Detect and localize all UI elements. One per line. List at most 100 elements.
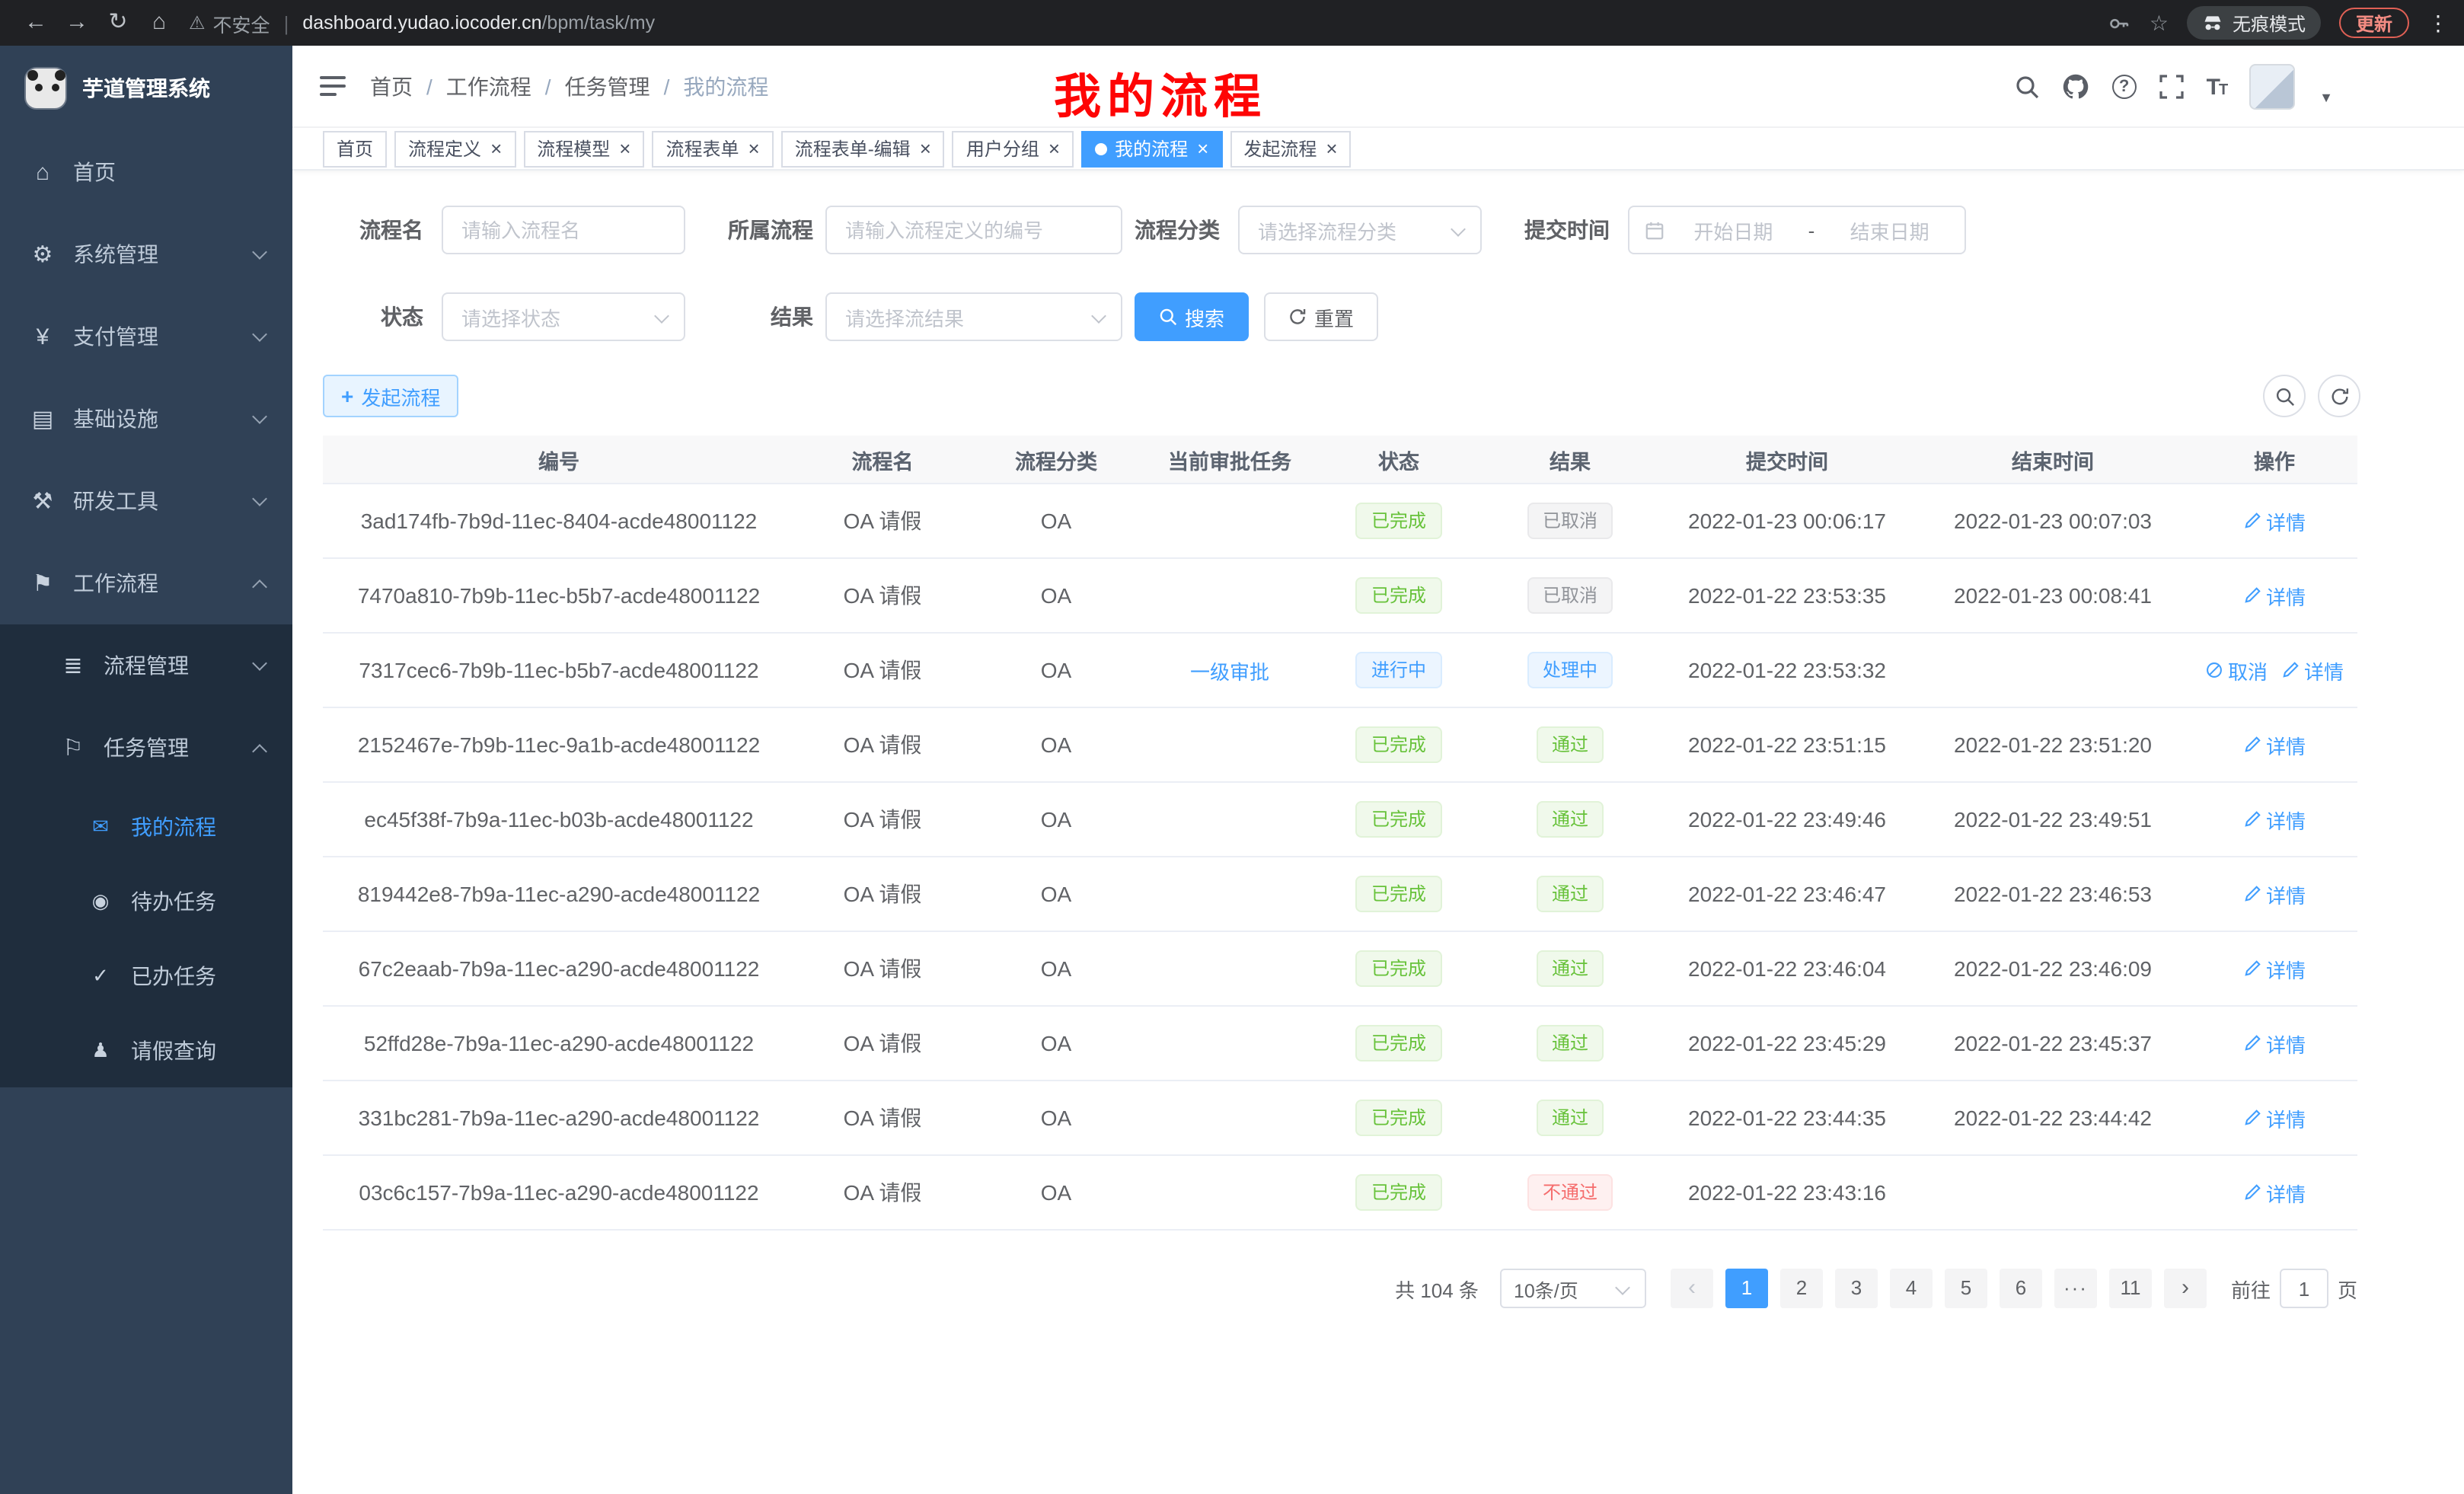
status-select[interactable]: 请选择状态 [442,292,685,341]
tab-home[interactable]: 首页 [323,130,387,167]
tab-process-form-edit[interactable]: 流程表单-编辑× [781,130,945,167]
category-select[interactable]: 请选择流程分类 [1238,206,1482,254]
font-size-icon[interactable]: TT [2207,74,2227,100]
current-task-link[interactable]: 一级审批 [1190,656,1269,685]
sidebar-item-task-manage[interactable]: ⚐任务管理 [0,707,292,789]
close-icon[interactable]: × [490,139,502,158]
process-def-input[interactable] [827,207,1121,253]
status-cell: 已完成 [1317,559,1480,632]
detail-link[interactable]: 详情 [2243,730,2306,759]
start-process-button[interactable]: + 发起流程 [323,375,458,417]
sidebar-item-my-process[interactable]: ✉我的流程 [0,789,292,864]
fullscreen-icon[interactable] [2159,75,2184,99]
result-select[interactable]: 请选择流结果 [825,292,1122,341]
hamburger-icon[interactable] [320,75,346,97]
sidebar-item-done-task[interactable]: ✓已办任务 [0,938,292,1013]
bookmark-star-icon[interactable]: ☆ [2150,10,2169,36]
close-icon[interactable]: × [920,139,931,158]
page-size-value: 10条/页 [1514,1274,1578,1303]
prev-page-button[interactable]: ‹ [1671,1269,1713,1308]
close-icon[interactable]: × [619,139,630,158]
page-button-3[interactable]: 3 [1835,1269,1878,1308]
security-status[interactable]: ⚠ 不安全 [189,8,270,37]
address-divider: | [284,11,289,34]
sidebar-item-todo-task[interactable]: ◉待办任务 [0,864,292,938]
column-header-7: 结束时间 [1914,436,2191,483]
devtools-icon: ⚒ [27,487,58,515]
sidebar-item-leave-query[interactable]: ♟请假查询 [0,1013,292,1087]
tab-user-group[interactable]: 用户分组× [953,130,1074,167]
detail-link[interactable]: 详情 [2243,879,2306,908]
github-icon[interactable] [2062,73,2089,101]
sidebar-item-process-manage[interactable]: ≣流程管理 [0,624,292,707]
table-row: 2152467e-7b9b-11ec-9a1b-acde48001122OA 请… [323,708,2357,783]
detail-link[interactable]: 详情 [2243,954,2306,983]
url-path: /bpm/task/my [541,12,655,34]
page-button-6[interactable]: 6 [2000,1269,2042,1308]
column-header-2: 流程分类 [970,436,1142,483]
status-cell: 已完成 [1317,932,1480,1005]
tab-process-model[interactable]: 流程模型× [523,130,644,167]
reset-button[interactable]: 重置 [1264,292,1378,341]
sidebar-item-label: 支付管理 [73,321,158,352]
detail-link[interactable]: 详情 [2243,581,2306,610]
detail-link[interactable]: 详情 [2243,506,2306,535]
cancel-link[interactable]: 取消 [2205,656,2268,685]
help-icon[interactable]: ? [2112,75,2137,99]
hide-search-button[interactable] [2263,375,2306,417]
update-button[interactable]: 更新 [2339,8,2409,38]
sidebar-item-devtools[interactable]: ⚒研发工具 [0,460,292,542]
date-range-picker[interactable]: 开始日期 - 结束日期 [1628,206,1966,254]
page-ellipsis[interactable]: ··· [2054,1269,2097,1308]
detail-link[interactable]: 详情 [2243,805,2306,834]
process-name-field [442,206,685,254]
sidebar-item-workflow[interactable]: ⚑工作流程 [0,542,292,624]
close-icon[interactable]: × [1048,139,1060,158]
forward-icon[interactable]: → [56,0,97,46]
page-button-4[interactable]: 4 [1890,1269,1933,1308]
breadcrumb-item-task-manage[interactable]: 任务管理 [565,71,650,101]
detail-link[interactable]: 详情 [2243,1029,2306,1058]
detail-link[interactable]: 详情 [2281,656,2344,685]
start-date-input[interactable]: 开始日期 [1674,215,1793,244]
close-icon[interactable]: × [748,139,760,158]
page-button-11[interactable]: 11 [2109,1269,2152,1308]
breadcrumb-item-workflow[interactable]: 工作流程 [446,71,531,101]
close-icon[interactable]: × [1326,139,1337,158]
sidebar-item-home[interactable]: ⌂首页 [0,131,292,213]
search-button[interactable]: 搜索 [1135,292,1249,341]
page-size-select[interactable]: 10条/页 [1500,1269,1646,1308]
close-icon[interactable]: × [1197,139,1208,158]
detail-link[interactable]: 详情 [2243,1103,2306,1132]
tab-process-definition[interactable]: 流程定义× [394,130,515,167]
tab-process-form[interactable]: 流程表单× [652,130,773,167]
reload-icon[interactable]: ↻ [97,0,139,46]
next-page-button[interactable]: › [2164,1269,2207,1308]
browser-home-icon[interactable]: ⌂ [139,0,180,46]
logo[interactable]: 芋道管理系统 [0,46,292,131]
tab-my-process[interactable]: 我的流程× [1081,130,1222,167]
breadcrumb-item-home[interactable]: 首页 [370,71,413,101]
detail-link[interactable]: 详情 [2243,1178,2306,1207]
page-button-2[interactable]: 2 [1780,1269,1823,1308]
tab-start-process[interactable]: 发起流程× [1230,130,1351,167]
sidebar-item-infrastructure[interactable]: ▤基础设施 [0,378,292,460]
sidebar-item-system[interactable]: ⚙系统管理 [0,213,292,295]
address-bar[interactable]: ⚠ 不安全 | dashboard.yudao.iocoder.cn/bpm/t… [189,8,2093,37]
process-name-input[interactable] [443,207,684,253]
password-key-icon[interactable] [2108,11,2131,34]
end-time-cell: 2022-01-23 00:07:03 [1914,484,2191,557]
refresh-table-button[interactable] [2318,375,2360,417]
search-icon[interactable] [2015,75,2039,99]
back-icon[interactable]: ← [15,0,56,46]
status-badge: 已完成 [1356,577,1441,614]
end-date-input[interactable]: 结束日期 [1830,215,1949,244]
goto-page-input[interactable] [2280,1269,2328,1308]
browser-menu-icon[interactable]: ⋮ [2427,10,2449,36]
page-button-1[interactable]: 1 [1725,1269,1768,1308]
process-id-cell: 03c6c157-7b9a-11ec-a290-acde48001122 [323,1156,795,1229]
sidebar-item-payment[interactable]: ¥支付管理 [0,295,292,378]
column-header-6: 提交时间 [1660,436,1914,483]
avatar[interactable] [2249,64,2295,110]
page-button-5[interactable]: 5 [1945,1269,1987,1308]
